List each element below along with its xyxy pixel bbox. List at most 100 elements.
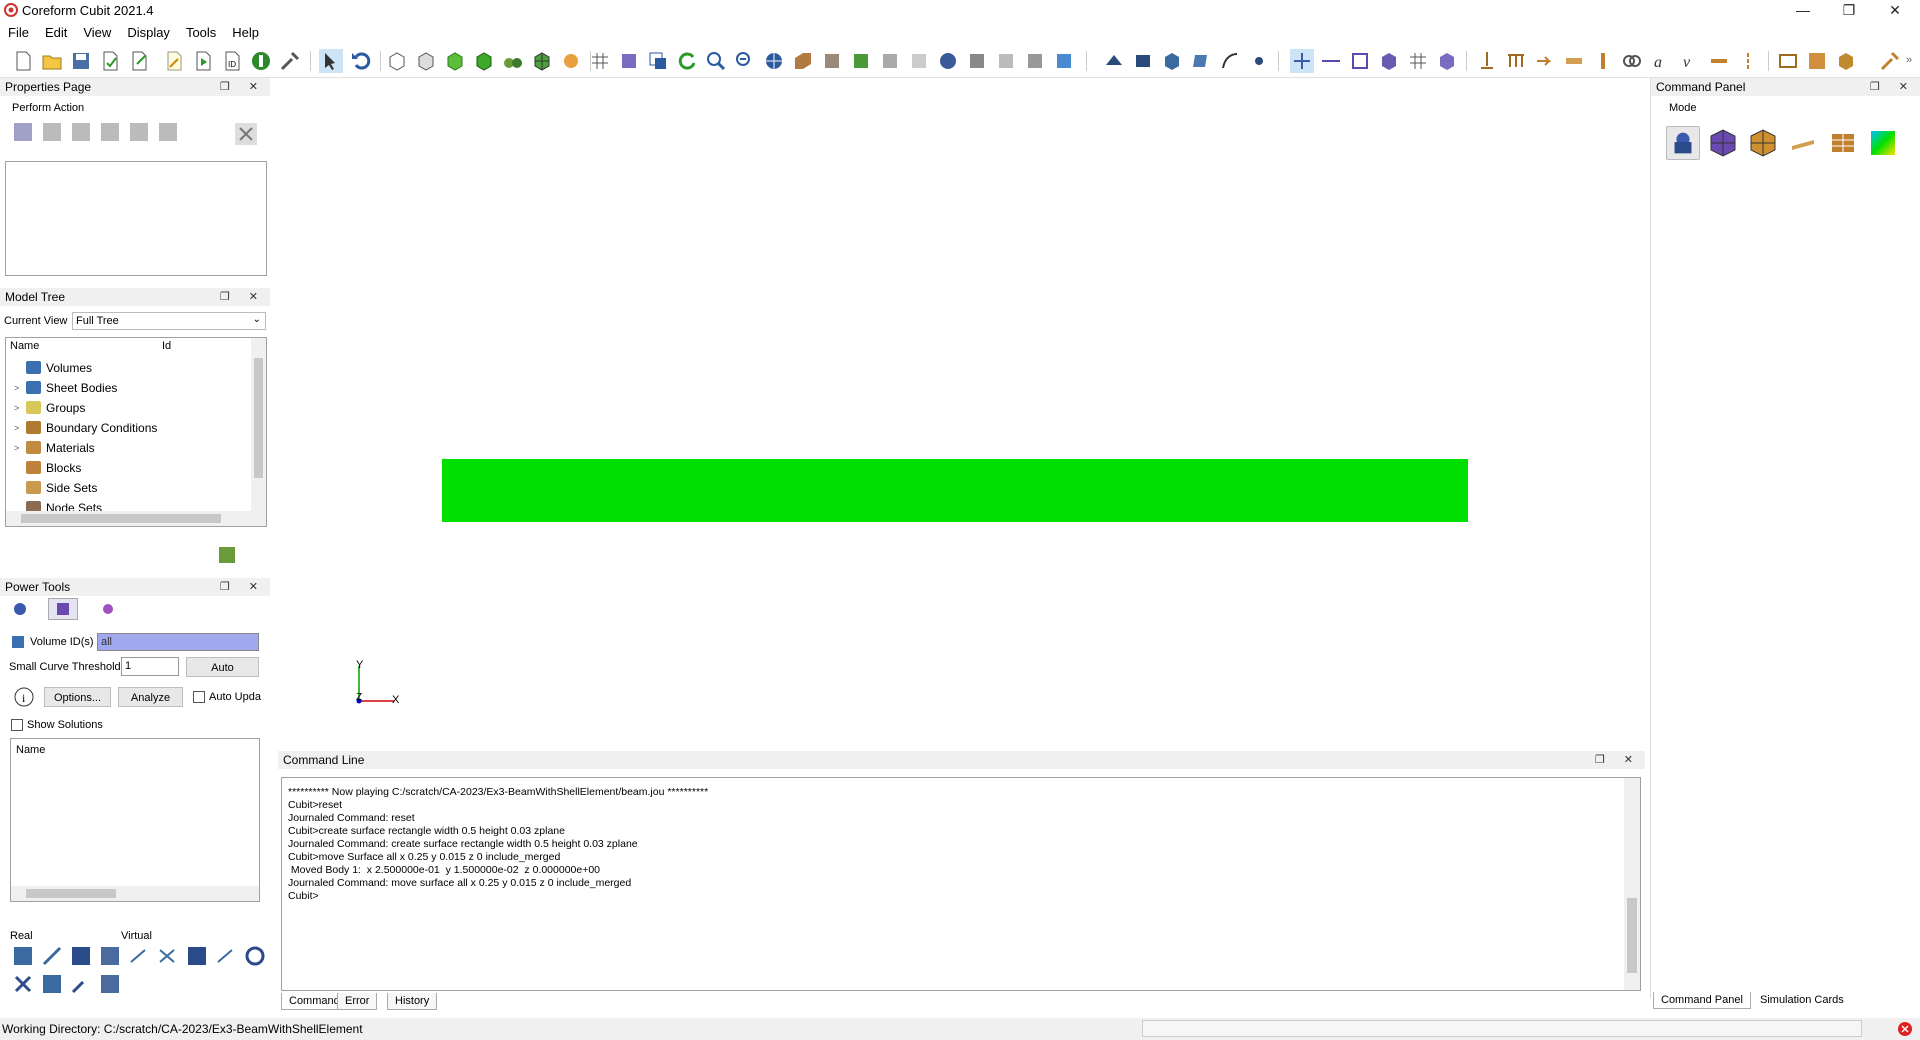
options-button[interactable]: Options...: [44, 687, 111, 707]
bc-force-icon[interactable]: [1475, 49, 1499, 73]
action-grid-icon[interactable]: [127, 120, 151, 144]
journal-edit-icon[interactable]: [162, 49, 186, 73]
bc-acceleration-icon[interactable]: a: [1649, 49, 1673, 73]
select-tool-icon[interactable]: [319, 49, 343, 73]
op-remove-surface-icon[interactable]: [11, 944, 35, 968]
op-virtual-split-icon[interactable]: [156, 944, 180, 968]
zoom-in-icon[interactable]: [704, 49, 728, 73]
tree-item[interactable]: > Sheet Bodies: [14, 378, 117, 398]
smooth-shade-icon[interactable]: [472, 49, 496, 73]
panel-float-close-icon[interactable]: ❐ ✕: [220, 78, 266, 96]
tree-item[interactable]: Volumes: [26, 358, 92, 378]
action-refresh-icon[interactable]: [156, 120, 180, 144]
select-body-icon[interactable]: [1160, 49, 1184, 73]
bc-temperature-icon[interactable]: [1591, 49, 1615, 73]
volume-ids-input[interactable]: all: [97, 633, 259, 651]
analyze-button[interactable]: Analyze: [118, 687, 183, 707]
mode-geometry-icon[interactable]: [1666, 126, 1700, 160]
bc-velocity-icon[interactable]: [1533, 49, 1557, 73]
tab-command-panel[interactable]: Command Panel: [1653, 992, 1751, 1009]
view-left-icon[interactable]: [907, 49, 931, 73]
command-tab-history[interactable]: History: [387, 993, 438, 1010]
graphics-viewport[interactable]: Y X Z: [272, 78, 1645, 745]
toolbar-overflow-icon[interactable]: »: [1906, 54, 1912, 66]
record-icon[interactable]: ID: [220, 49, 244, 73]
expand-arrow-icon[interactable]: >: [14, 438, 19, 458]
bc-pressure-icon[interactable]: [1504, 49, 1528, 73]
col-id[interactable]: Id: [162, 340, 171, 352]
select-hex-icon[interactable]: [1377, 49, 1401, 73]
step-icon[interactable]: [249, 49, 273, 73]
tools-icon[interactable]: [278, 49, 302, 73]
view-back-icon[interactable]: [820, 49, 844, 73]
op-refresh-icon[interactable]: [243, 944, 267, 968]
tree-vscrollbar[interactable]: [251, 338, 266, 526]
zoom-fit-icon[interactable]: [762, 49, 786, 73]
shaded-icon[interactable]: [443, 49, 467, 73]
tree-item[interactable]: Side Sets: [26, 478, 97, 498]
bc-contact-icon[interactable]: [1620, 49, 1644, 73]
block-icon[interactable]: [1776, 49, 1800, 73]
perspective-icon[interactable]: [617, 49, 641, 73]
tab-simulation-cards[interactable]: Simulation Cards: [1753, 992, 1851, 1008]
view-bottom-icon[interactable]: [878, 49, 902, 73]
current-view-select[interactable]: Full Tree ⌄: [72, 312, 266, 330]
panel-float-close-icon[interactable]: ❐ ✕: [1870, 78, 1916, 96]
mode-exodus-icon[interactable]: [1826, 126, 1860, 160]
bc-constraint-icon[interactable]: [1707, 49, 1731, 73]
auto-update-checkbox[interactable]: [193, 691, 205, 703]
tree-filter-icon[interactable]: [218, 546, 236, 564]
menu-display[interactable]: Display: [119, 22, 178, 44]
restore-icon[interactable]: ❐: [1826, 0, 1872, 22]
save-icon[interactable]: [69, 49, 93, 73]
select-element-icon[interactable]: [1435, 49, 1459, 73]
op-merge-icon[interactable]: [98, 944, 122, 968]
undo-icon[interactable]: [348, 49, 372, 73]
bc-spring-icon[interactable]: [1736, 49, 1760, 73]
op-heal-icon[interactable]: [98, 972, 122, 996]
menu-edit[interactable]: Edit: [37, 22, 75, 44]
highlight-icon[interactable]: [646, 49, 670, 73]
bc-heatflux-icon[interactable]: [1562, 49, 1586, 73]
nodeset-icon[interactable]: [1834, 49, 1858, 73]
refresh-icon[interactable]: [675, 49, 699, 73]
select-volume-icon[interactable]: [1131, 49, 1155, 73]
action-mesh-icon[interactable]: [40, 120, 64, 144]
command-tab-error[interactable]: Error: [337, 993, 378, 1010]
select-node-icon[interactable]: [1290, 49, 1314, 73]
geometry-vertex-icon[interactable]: [1102, 49, 1126, 73]
show-solutions-checkbox[interactable]: [11, 719, 23, 731]
expand-arrow-icon[interactable]: >: [14, 398, 19, 418]
small-curve-input[interactable]: 1: [121, 657, 179, 676]
error-indicator-icon[interactable]: [1897, 1021, 1913, 1037]
op-delete-icon[interactable]: [11, 972, 35, 996]
select-edge-icon[interactable]: [1319, 49, 1343, 73]
select-point-icon[interactable]: [1247, 49, 1271, 73]
command-vscrollbar[interactable]: [1624, 778, 1640, 990]
geometry-tab-icon[interactable]: [12, 601, 28, 617]
op-collapse-curve-icon[interactable]: [40, 944, 64, 968]
toolbar-settings-icon[interactable]: [1878, 49, 1902, 73]
select-surface-icon[interactable]: [1189, 49, 1213, 73]
tree-item[interactable]: > Boundary Conditions: [14, 418, 157, 438]
grid-icon[interactable]: [588, 49, 612, 73]
mode-mesh-icon[interactable]: [1706, 126, 1740, 160]
command-output[interactable]: ********** Now playing C:/scratch/CA-202…: [281, 777, 1641, 991]
col-name[interactable]: Name: [10, 340, 39, 352]
op-cut-icon[interactable]: [69, 944, 93, 968]
close-window-icon[interactable]: ✕: [1872, 0, 1918, 22]
panel-float-close-icon[interactable]: ❐ ✕: [1595, 751, 1641, 769]
mesh-shade-icon[interactable]: [530, 49, 554, 73]
action-clear-icon[interactable]: [234, 122, 258, 146]
panel-float-close-icon[interactable]: ❐ ✕: [220, 288, 266, 306]
surface-rectangle[interactable]: [442, 459, 1468, 522]
clip-plane-icon[interactable]: [994, 49, 1018, 73]
op-tweak-icon[interactable]: [69, 972, 93, 996]
list-header-name[interactable]: Name: [16, 744, 45, 756]
tree-item[interactable]: > Groups: [14, 398, 85, 418]
select-face-icon[interactable]: [1348, 49, 1372, 73]
panel-float-close-icon[interactable]: ❐ ✕: [220, 578, 266, 596]
view-top-icon[interactable]: [849, 49, 873, 73]
wireframe-icon[interactable]: [385, 49, 409, 73]
action-volume-icon[interactable]: [11, 120, 35, 144]
